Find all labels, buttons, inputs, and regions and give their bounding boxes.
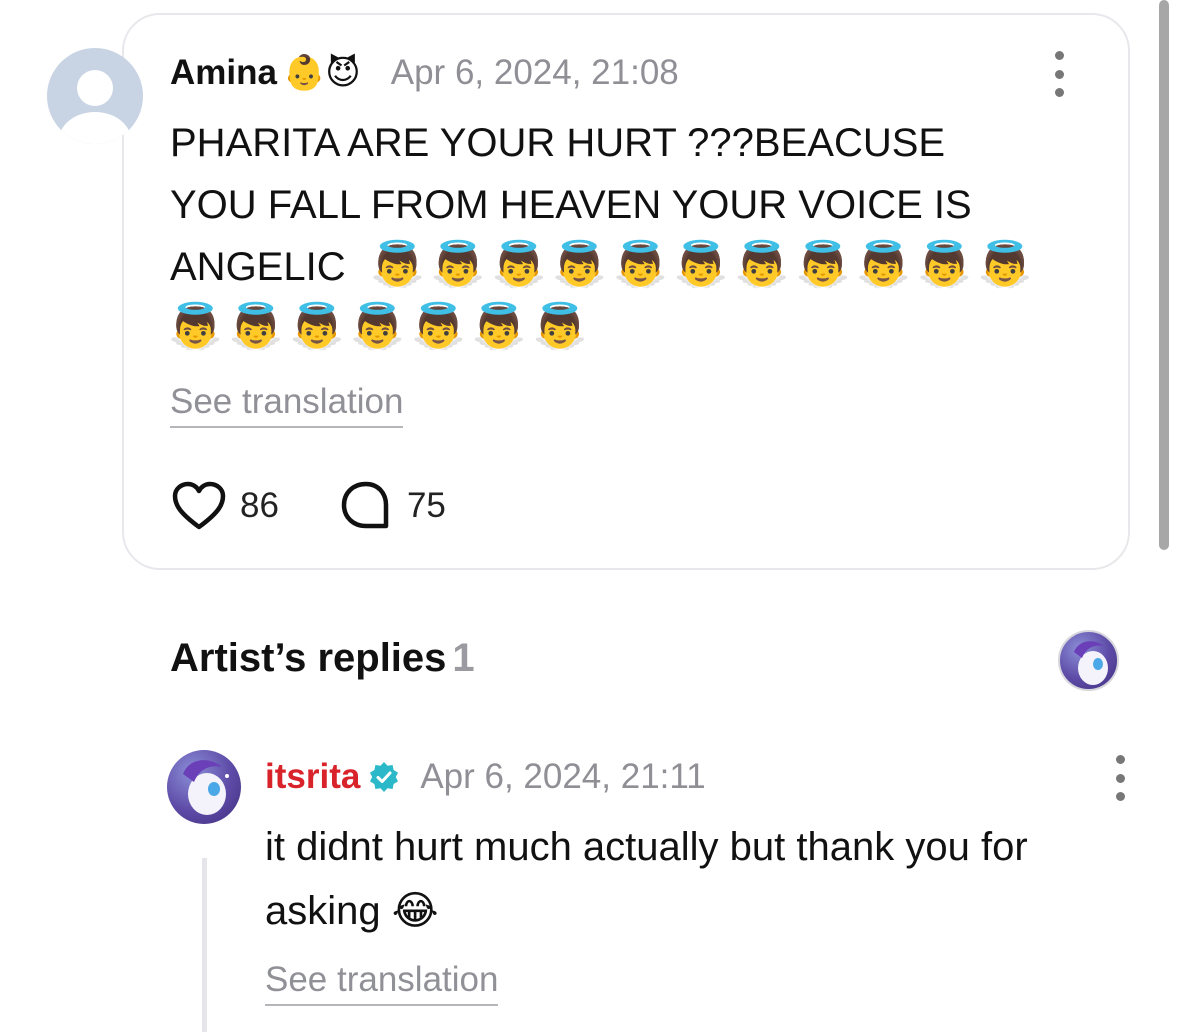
comment-bubble-icon — [341, 481, 389, 529]
reply-text: it didnt hurt much actually but thank yo… — [265, 815, 1145, 943]
comment-actions: 86 75 — [172, 478, 446, 534]
angel-emoji-row-1: 👼👼👼👼👼👼👼👼👼👼👼 — [370, 239, 1039, 290]
scrollbar[interactable] — [1159, 0, 1169, 550]
reply-kebab-menu-icon[interactable] — [1113, 755, 1127, 801]
artist-avatar-small[interactable] — [1058, 630, 1119, 691]
artist-avatar[interactable] — [167, 750, 241, 824]
angel-emoji-row-2: 👼👼👼👼👼👼👼 — [168, 301, 594, 352]
reply-count: 75 — [406, 486, 446, 525]
comment-header: Amina 👶😈 Apr 6, 2024, 21:08 — [170, 48, 679, 98]
avatar-head-shape — [77, 70, 113, 106]
comment-timestamp: Apr 6, 2024, 21:08 — [390, 53, 679, 92]
artist-replies-label: Artist’s replies — [170, 636, 447, 680]
laughing-emoji: 😂 — [391, 888, 439, 934]
artist-replies-count: 1 — [452, 636, 475, 680]
like-count: 86 — [240, 486, 279, 525]
artist-replies-title: Artist’s replies 1 — [170, 636, 475, 681]
reply-thread-line — [202, 858, 207, 1032]
reply-timestamp: Apr 6, 2024, 21:11 — [420, 757, 706, 796]
comment-kebab-menu-icon[interactable] — [1052, 51, 1066, 97]
see-translation-link[interactable]: See translation — [170, 382, 404, 428]
comment-text-line-2: YOU FALL FROM HEAVEN YOUR VOICE IS — [170, 183, 972, 227]
comment-username[interactable]: Amina — [170, 53, 277, 93]
verified-badge-icon — [370, 762, 399, 792]
reply-count-button[interactable]: 75 — [339, 480, 446, 532]
avatar-body-shape — [59, 112, 131, 144]
comment-text-line-1: PHARITA ARE YOUR HURT ???BEACUSE — [170, 121, 946, 165]
reply-username[interactable]: itsrita — [265, 757, 360, 797]
reply-header: itsrita Apr 6, 2024, 21:11 — [265, 752, 706, 802]
reply-see-translation-link[interactable]: See translation — [265, 960, 499, 1006]
heart-icon[interactable] — [172, 481, 226, 531]
reply-text-body: it didnt hurt much actually but thank yo… — [265, 825, 1028, 933]
default-avatar-icon[interactable] — [47, 48, 143, 144]
username-emoji: 👶😈 — [282, 53, 361, 93]
